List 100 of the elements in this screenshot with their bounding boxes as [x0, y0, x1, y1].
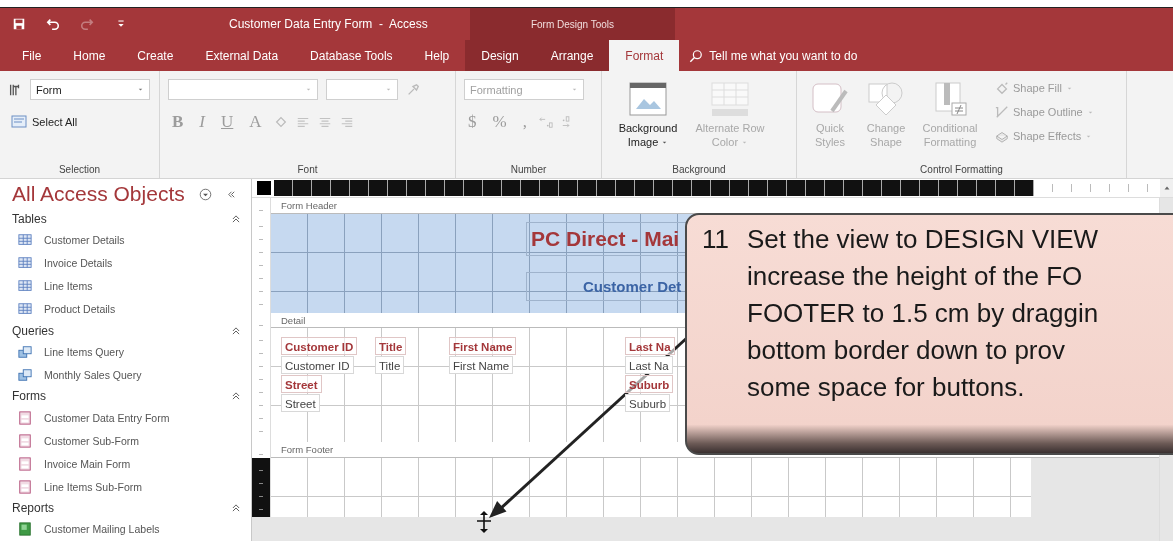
ribbon-tab[interactable]: Help — [408, 40, 466, 71]
nav-item-label: Customer Data Entry Form — [44, 411, 170, 424]
chevron-icon[interactable] — [231, 213, 241, 224]
nav-group-label[interactable]: Forms — [12, 389, 46, 404]
group-label: Number — [510, 164, 547, 175]
form-icon — [18, 479, 32, 494]
form-selector-icon — [8, 82, 22, 97]
ribbon-tab[interactable]: External Data — [189, 40, 295, 71]
table-icon — [18, 256, 32, 271]
field-label: Title — [375, 337, 407, 355]
ribbon-tab[interactable]: Home — [57, 40, 122, 71]
search-icon — [689, 48, 704, 63]
caret-icon — [305, 86, 312, 93]
nav-item[interactable]: Line Items Query — [12, 340, 241, 364]
save-icon[interactable] — [12, 17, 26, 31]
align-left-icon — [295, 115, 310, 129]
field-label: First Name — [449, 337, 517, 355]
nav-item-label: Line Items Query — [44, 345, 124, 358]
nav-item-label: Invoice Details — [44, 257, 113, 270]
field-label: Last Na — [625, 337, 675, 355]
nav-item-label: Customer Sub-Form — [44, 434, 140, 447]
step-number: 11 — [702, 223, 729, 256]
nav-item-label: Customer Mailing Labels — [44, 523, 160, 536]
text-field[interactable]: Suburb — [625, 394, 671, 412]
table-icon — [18, 279, 32, 294]
ribbon-tab[interactable]: File — [6, 40, 58, 71]
ribbon-tab[interactable]: Design — [465, 40, 535, 71]
ribbon-tab[interactable]: Create — [121, 40, 190, 71]
navigation-title: All Access Objects — [12, 182, 185, 206]
text-field[interactable]: Street — [281, 394, 320, 412]
caret-icon — [571, 86, 578, 93]
nav-item-label: Monthly Sales Query — [44, 368, 142, 381]
query-icon — [18, 367, 32, 382]
text-field[interactable]: Title — [375, 356, 405, 374]
section-label: Detail — [281, 314, 306, 326]
nav-group-label[interactable]: Queries — [12, 323, 55, 338]
scroll-up-icon — [1162, 184, 1171, 192]
background-image-button[interactable]: Background Image — [610, 79, 686, 151]
nav-group-label[interactable]: Reports — [12, 501, 55, 516]
chevron-icon[interactable] — [231, 325, 241, 336]
field-label: Customer ID — [281, 337, 358, 355]
nav-item[interactable]: Monthly Sales Query — [12, 363, 241, 387]
text-field[interactable]: Customer ID — [281, 356, 354, 374]
shapes-icon — [866, 81, 906, 117]
caret-icon — [137, 86, 144, 93]
section-label: Form Header — [281, 200, 337, 211]
table-icon — [18, 233, 32, 248]
chevron-icon[interactable] — [231, 503, 241, 514]
nav-item[interactable]: Customer Sub-Form — [12, 429, 241, 453]
group-label: Background — [672, 164, 726, 175]
increase-decimal-icon — [538, 115, 553, 129]
ribbon-tab[interactable]: Database Tools — [294, 40, 409, 71]
ribbon-tab[interactable]: Arrange — [534, 40, 610, 71]
nav-item-label: Invoice Main Form — [44, 457, 131, 470]
contextual-tab-header: Form Design Tools — [470, 8, 675, 40]
nav-item[interactable]: Product Details — [12, 297, 241, 321]
group-label: Font — [297, 164, 318, 175]
nav-item[interactable]: Line Items — [12, 274, 241, 298]
nav-item-label: Line Items Sub-Form — [44, 480, 143, 493]
nav-item-label: Product Details — [44, 303, 116, 316]
undo-icon[interactable] — [46, 17, 60, 31]
nav-item-label: Line Items — [44, 280, 93, 293]
form-icon — [18, 456, 32, 471]
rhombus-icon — [995, 129, 1009, 143]
table-icon — [18, 302, 32, 317]
dropdown-icon — [198, 187, 212, 201]
nav-item-label: Customer Details — [44, 234, 125, 247]
table-rows-icon — [710, 81, 750, 117]
nav-item[interactable]: Invoice Main Form — [12, 452, 241, 476]
ribbon-tab[interactable]: Format — [609, 40, 680, 71]
paintbrush-icon — [406, 82, 420, 97]
group-label: Control Formatting — [920, 164, 1003, 175]
object-dropdown[interactable]: Form — [30, 79, 150, 100]
form-icon — [18, 410, 32, 425]
text-field[interactable]: First Name — [449, 356, 514, 374]
tell-me-field[interactable]: Tell me what you want to do — [709, 48, 858, 63]
nav-item[interactable]: Line Items Sub-Form — [12, 475, 241, 499]
field-label: Suburb — [625, 375, 674, 393]
nav-item[interactable]: Invoice Details — [12, 251, 241, 275]
select-all-button[interactable]: Select All — [8, 112, 151, 132]
section-label: Form Footer — [281, 444, 334, 455]
nav-item[interactable]: Customer Details — [12, 228, 241, 252]
field-label: Street — [281, 375, 322, 393]
nav-group-label[interactable]: Tables — [12, 211, 47, 226]
instruction-text: Set the view to DESIGN VIEW increase the height of the FO FOOTER to 1.5 cm by draggin bottom border down to prov some space for buttons. — [747, 223, 1099, 404]
caret-icon — [385, 86, 392, 93]
nav-item[interactable]: Customer Data Entry Form — [12, 406, 241, 430]
image-icon — [628, 81, 668, 117]
form-icon — [18, 433, 32, 448]
select-all-icon — [10, 114, 28, 130]
report-icon — [18, 522, 32, 537]
pencil-icon — [995, 105, 1009, 119]
resize-cursor-icon — [476, 511, 492, 533]
query-icon — [18, 344, 32, 359]
align-right-icon — [339, 115, 354, 129]
text-field[interactable]: Last Na — [625, 356, 673, 374]
window-title: Customer Data Entry Form - Access — [229, 17, 429, 31]
chevron-icon[interactable] — [231, 391, 241, 402]
nav-item[interactable]: Customer Mailing Labels — [12, 517, 241, 541]
align-center-icon — [317, 115, 332, 129]
